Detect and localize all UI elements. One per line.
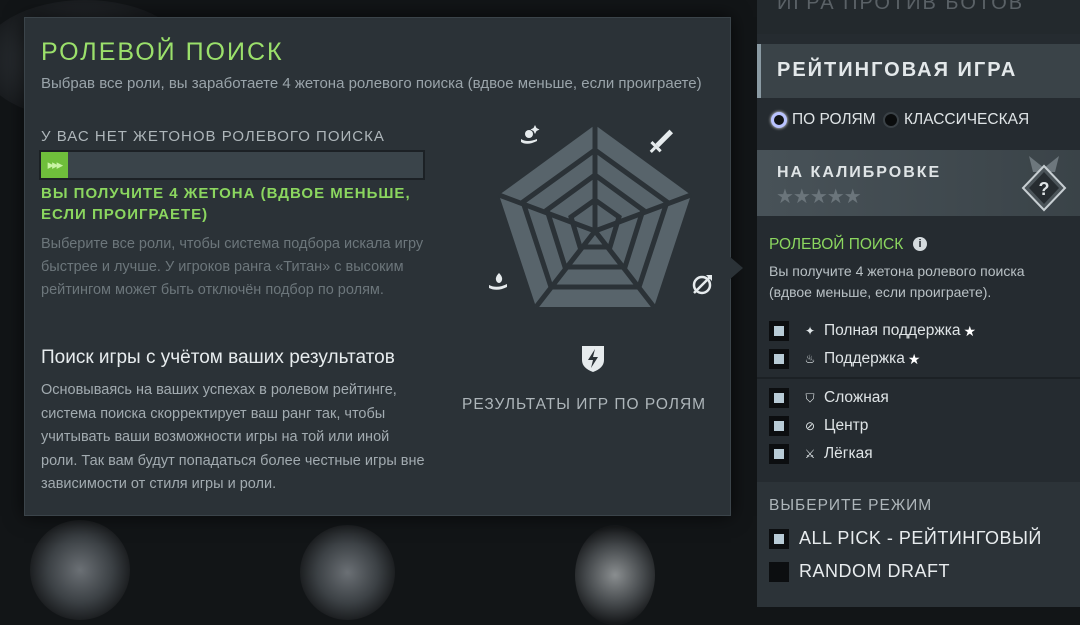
rank-badge-glyph: ?	[1039, 179, 1050, 199]
role-label: Лёгкая	[824, 445, 873, 462]
play-panel: ИГРА ПРОТИВ БОТОВ РЕЙТИНГОВАЯ ИГРА ПО РО…	[757, 0, 1080, 607]
mode-select-block: ВЫБЕРИТЕ РЕЖИМ ALL PICK - РЕЙТИНГОВЫЙ RA…	[757, 482, 1080, 607]
role-checkbox-hard-support[interactable]: ✦ Полная поддержка ★	[769, 319, 976, 343]
token-count-label: У ВАС НЕТ ЖЕТОНОВ РОЛЕВОГО ПОИСКА	[41, 128, 385, 145]
hard-support-checkbox[interactable]	[769, 321, 789, 341]
mode-title: ВЫБЕРИТЕ РЕЖИМ	[769, 497, 933, 514]
mode-all-pick[interactable]: ALL PICK - РЕЙТИНГОВЫЙ	[769, 528, 1042, 549]
role-label: Поддержка	[824, 350, 905, 367]
hard-support-icon: ✦	[804, 324, 816, 338]
support-checkbox[interactable]	[769, 349, 789, 369]
calibration-box: НА КАЛИБРОВКЕ ★★★★★ ?	[757, 150, 1080, 216]
bg-icon-left	[30, 520, 130, 620]
role-checkbox-mid[interactable]: ⊘ Центр	[769, 414, 868, 438]
mode-label: ALL PICK - РЕЙТИНГОВЫЙ	[799, 528, 1042, 548]
radio-by-roles[interactable]: ПО РОЛЯМ	[771, 109, 876, 131]
offlane-shield-icon: ⛉	[805, 390, 815, 405]
bots-mode-label: ИГРА ПРОТИВ БОТОВ	[777, 0, 1025, 14]
role-checkbox-offlane[interactable]: ⛉ Сложная	[769, 386, 889, 410]
calibration-stars: ★★★★★	[776, 186, 862, 208]
star-icon: ★	[963, 322, 977, 339]
soft-support-icon	[489, 273, 507, 290]
role-checkbox-support[interactable]: ♨ Поддержка ★	[769, 347, 920, 371]
offlane-icon	[692, 275, 712, 295]
bg-icon-middle	[300, 525, 395, 620]
tooltip-pointer	[729, 256, 743, 280]
progress-arrows-icon: ▸▸▸	[47, 157, 64, 172]
role-search-description: Вы получите 4 жетона ролевого поиска (вд…	[769, 263, 1025, 300]
bots-mode-tab[interactable]: ИГРА ПРОТИВ БОТОВ	[757, 0, 1080, 34]
rank-badge-icon: ?	[1021, 156, 1067, 212]
radio-classic-indicator[interactable]	[883, 112, 899, 128]
mode-label: RANDOM DRAFT	[799, 561, 950, 581]
radio-classic-label: КЛАССИЧЕСКАЯ	[904, 111, 1030, 128]
radar-caption: РЕЗУЛЬТАТЫ ИГР ПО РОЛЯМ	[462, 396, 707, 413]
search-heading: Поиск игры с учётом ваших результатов	[41, 347, 395, 368]
mid-icon: ⊘	[804, 419, 816, 433]
tooltip-subtitle: Выбрав все роли, вы заработаете 4 жетона…	[41, 75, 702, 92]
offlane-checkbox[interactable]	[769, 388, 789, 408]
star-icon: ★	[907, 350, 921, 367]
role-search-tooltip: РОЛЕВОЙ ПОИСК Выбрав все роли, вы зарабо…	[24, 17, 731, 516]
calibration-label: НА КАЛИБРОВКЕ	[777, 164, 942, 181]
ranked-mode-header[interactable]: РЕЙТИНГОВАЯ ИГРА	[757, 44, 1080, 98]
role-label: Сложная	[824, 389, 889, 406]
role-checkbox-carry[interactable]: ⚔ Лёгкая	[769, 442, 873, 466]
token-progress-bar: ▸▸▸	[39, 150, 425, 180]
random-draft-checkbox[interactable]	[769, 561, 789, 582]
select-roles-text: Выберите все роли, чтобы система подбора…	[41, 236, 424, 298]
carry-checkbox[interactable]	[769, 444, 789, 464]
all-pick-checkbox[interactable]	[769, 528, 789, 549]
radio-classic[interactable]: КЛАССИЧЕСКАЯ	[883, 109, 1029, 131]
role-label: Полная поддержка	[824, 322, 961, 339]
radio-by-roles-label: ПО РОЛЯМ	[792, 111, 876, 128]
radio-by-roles-indicator[interactable]	[771, 112, 787, 128]
mid-icon	[582, 346, 604, 372]
carry-sword-icon	[649, 129, 674, 154]
support-icon: ♨	[804, 352, 816, 366]
role-label: Центр	[824, 417, 869, 434]
role-divider	[757, 377, 1080, 379]
tooltip-title: РОЛЕВОЙ ПОИСК	[41, 38, 284, 66]
hard-support-icon	[521, 125, 540, 144]
earn-tokens-text: ВЫ ПОЛУЧИТЕ 4 ЖЕТОНА (ВДВОЕ МЕНЬШЕ, ЕСЛИ…	[41, 185, 411, 223]
role-radar-chart	[489, 125, 712, 372]
info-icon[interactable]: i	[913, 237, 927, 251]
ranked-title: РЕЙТИНГОВАЯ ИГРА	[777, 59, 1018, 81]
token-progress-fill: ▸▸▸	[41, 152, 68, 178]
bg-icon-right	[575, 525, 655, 625]
mode-random-draft[interactable]: RANDOM DRAFT	[769, 561, 950, 582]
radar-web	[498, 125, 692, 309]
search-description: Основываясь на ваших успехах в ролевом р…	[41, 382, 425, 492]
role-search-title: РОЛЕВОЙ ПОИСК	[769, 236, 904, 253]
carry-icon: ⚔	[804, 447, 816, 461]
mid-checkbox[interactable]	[769, 416, 789, 436]
